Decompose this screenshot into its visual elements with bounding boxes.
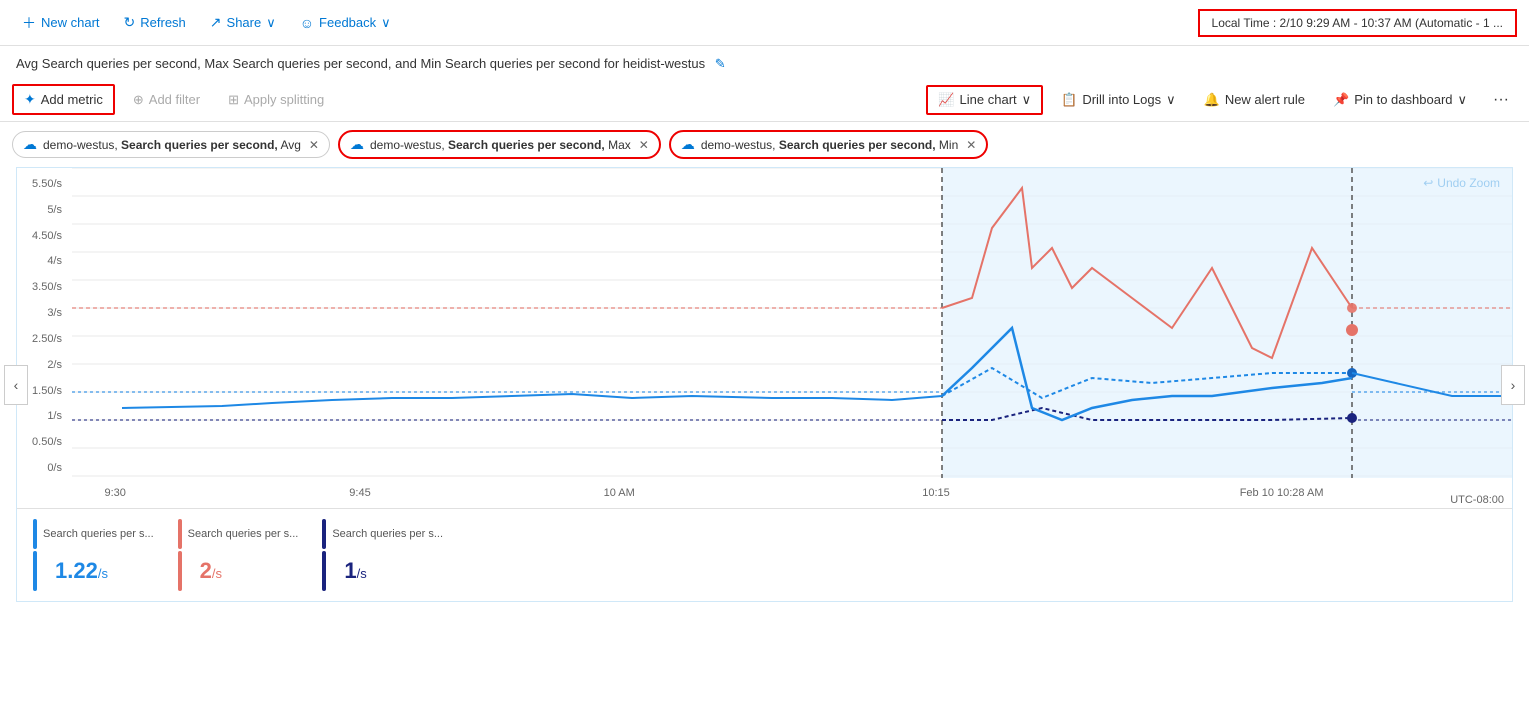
toolbar-left: ＋ New chart ↻ Refresh ↗ Share ∨ ☺ Feedba…: [12, 8, 401, 38]
logs-icon: 📋: [1061, 92, 1077, 108]
logs-chevron-icon: ∨: [1166, 92, 1176, 108]
y-label-050: 0.50/s: [21, 436, 68, 448]
metric-tag-avg: ☁ demo-westus, Search queries per second…: [12, 131, 330, 158]
drill-into-logs-button[interactable]: 📋 Drill into Logs ∨: [1051, 87, 1185, 113]
metrics-toolbar: ✦ Add metric ⊕ Add filter ⊞ Apply splitt…: [0, 78, 1529, 122]
pin-chevron-icon: ∨: [1458, 92, 1468, 108]
chart-plot: [72, 168, 1512, 478]
cloud-icon-1: ☁: [23, 136, 37, 153]
refresh-icon: ↻: [124, 14, 136, 31]
chart-title-area: Avg Search queries per second, Max Searc…: [0, 46, 1529, 78]
y-label-200: 2/s: [21, 359, 68, 371]
metric-tag-min: ☁ demo-westus, Search queries per second…: [669, 130, 989, 159]
x-label-1028: Feb 10 10:28 AM: [1240, 487, 1324, 499]
edit-title-icon[interactable]: ✎: [715, 56, 726, 71]
new-alert-rule-button[interactable]: 🔔 New alert rule: [1194, 87, 1315, 113]
top-toolbar: ＋ New chart ↻ Refresh ↗ Share ∨ ☺ Feedba…: [0, 0, 1529, 46]
chart-type-button[interactable]: 📈 Line chart ∨: [926, 85, 1043, 115]
x-label-10am: 10 AM: [604, 487, 635, 499]
x-axis: 9:30 9:45 10 AM 10:15 Feb 10 10:28 AM UT…: [72, 478, 1512, 508]
chart-section: ‹ › ↩ Undo Zoom 5.50/s 5/s 4.50/s 4/s 3.…: [4, 167, 1525, 602]
time-range-selector[interactable]: Local Time : 2/10 9:29 AM - 10:37 AM (Au…: [1198, 9, 1517, 37]
chart-type-chevron-icon: ∨: [1022, 92, 1032, 108]
remove-tag-min[interactable]: ✕: [966, 138, 976, 152]
metric-tag-max: ☁ demo-westus, Search queries per second…: [338, 130, 661, 159]
chart-wrapper: ↩ Undo Zoom 5.50/s 5/s 4.50/s 4/s 3.50/s…: [16, 167, 1513, 602]
cloud-icon-2: ☁: [350, 136, 364, 153]
new-chart-button[interactable]: ＋ New chart: [12, 8, 110, 38]
y-label-100: 1/s: [21, 410, 68, 422]
legend-bar-max: [178, 551, 182, 591]
y-label-450: 4.50/s: [21, 230, 68, 242]
add-metric-icon: ✦: [24, 91, 36, 108]
legend-value-avg: 1.22/s: [55, 558, 108, 584]
legend-value-min: 1/s: [344, 558, 366, 584]
chart-container[interactable]: ↩ Undo Zoom 5.50/s 5/s 4.50/s 4/s 3.50/s…: [17, 168, 1512, 508]
legend-color-max: [178, 519, 182, 549]
share-icon: ↗: [210, 14, 222, 31]
add-metric-button[interactable]: ✦ Add metric: [12, 84, 115, 115]
line-chart-icon: 📈: [938, 92, 954, 108]
share-button[interactable]: ↗ Share ∨: [200, 9, 286, 36]
split-icon: ⊞: [228, 92, 239, 108]
y-label-550: 5.50/s: [21, 178, 68, 190]
y-label-000: 0/s: [21, 462, 68, 474]
y-label-400: 4/s: [21, 255, 68, 267]
legend-area: Search queries per s... 1.22/s Search qu…: [17, 508, 1512, 601]
pin-to-dashboard-button[interactable]: 📌 Pin to dashboard ∨: [1323, 87, 1477, 113]
chart-svg: [72, 168, 1512, 478]
toolbar-right: 📈 Line chart ∨ 📋 Drill into Logs ∨ 🔔 New…: [926, 85, 1517, 115]
remove-tag-avg[interactable]: ✕: [309, 138, 319, 152]
y-axis: 5.50/s 5/s 4.50/s 4/s 3.50/s 3/s 2.50/s …: [17, 168, 72, 478]
utc-label: UTC-08:00: [1450, 494, 1504, 506]
apply-splitting-button[interactable]: ⊞ Apply splitting: [218, 87, 334, 113]
legend-item-avg: Search queries per s... 1.22/s: [33, 519, 154, 591]
legend-color-min: [322, 519, 326, 549]
x-label-945: 9:45: [349, 487, 370, 499]
plus-icon: ＋: [22, 13, 36, 33]
legend-bar-min: [322, 551, 326, 591]
metric-tags-area: ☁ demo-westus, Search queries per second…: [0, 122, 1529, 167]
legend-value-max: 2/s: [200, 558, 222, 584]
nav-prev-button[interactable]: ‹: [4, 365, 28, 405]
legend-color-avg: [33, 519, 37, 549]
x-label-930: 9:30: [104, 487, 125, 499]
legend-item-max: Search queries per s... 2/s: [178, 519, 299, 591]
x-label-1015: 10:15: [922, 487, 950, 499]
more-options-button[interactable]: ···: [1485, 86, 1517, 114]
y-label-350: 3.50/s: [21, 281, 68, 293]
y-label-250: 2.50/s: [21, 333, 68, 345]
share-chevron-icon: ∨: [266, 15, 276, 31]
legend-bar-avg: [33, 551, 37, 591]
y-label-500: 5/s: [21, 204, 68, 216]
chart-title: Avg Search queries per second, Max Searc…: [16, 56, 705, 71]
feedback-icon: ☺: [300, 15, 314, 31]
add-filter-button[interactable]: ⊕ Add filter: [123, 87, 210, 113]
y-label-300: 3/s: [21, 307, 68, 319]
filter-icon: ⊕: [133, 92, 144, 108]
nav-next-button[interactable]: ›: [1501, 365, 1525, 405]
feedback-chevron-icon: ∨: [381, 15, 391, 31]
remove-tag-max[interactable]: ✕: [639, 138, 649, 152]
pin-icon: 📌: [1333, 92, 1349, 108]
feedback-button[interactable]: ☺ Feedback ∨: [290, 10, 401, 36]
cloud-icon-3: ☁: [681, 136, 695, 153]
y-label-150: 1.50/s: [21, 385, 68, 397]
legend-item-min: Search queries per s... 1/s: [322, 519, 443, 591]
alert-icon: 🔔: [1204, 92, 1220, 108]
refresh-button[interactable]: ↻ Refresh: [114, 9, 196, 36]
